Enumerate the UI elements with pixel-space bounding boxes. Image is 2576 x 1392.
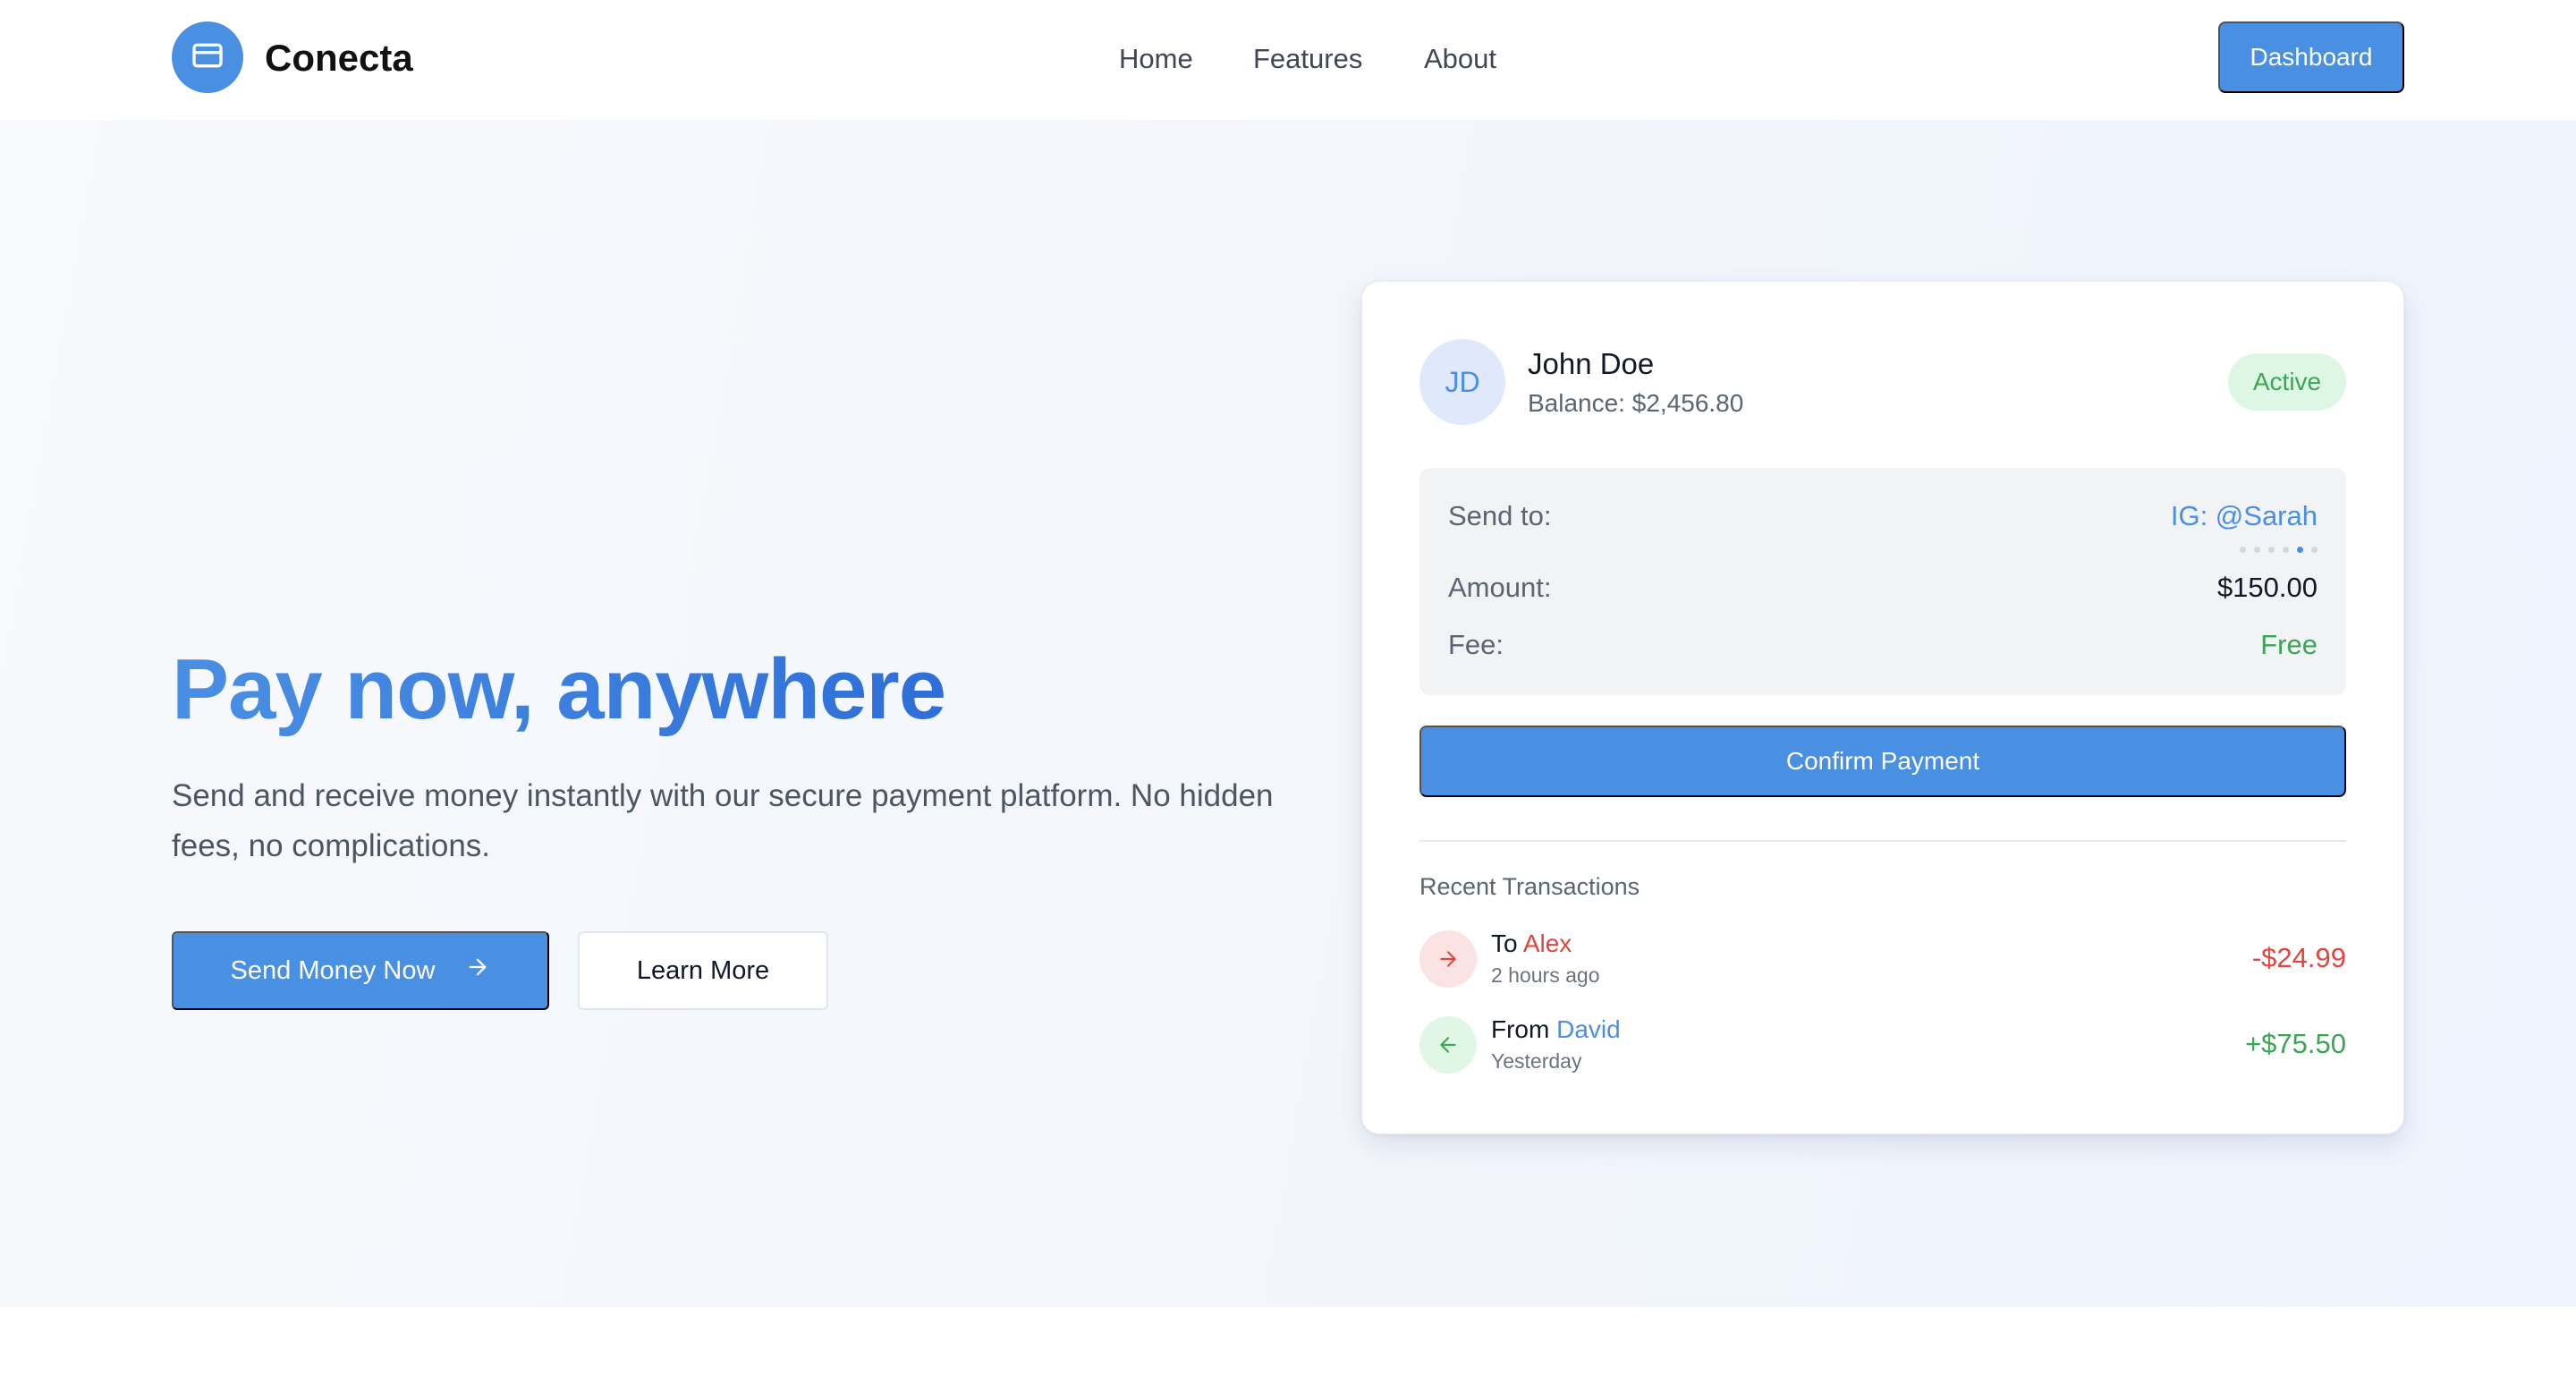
hero-headline: Pay now, anywhere	[172, 641, 946, 737]
carousel-dot[interactable]	[2283, 547, 2289, 553]
transaction-direction: To	[1491, 929, 1518, 957]
send-money-button[interactable]: Send Money Now	[172, 931, 549, 1010]
carousel-dot-active[interactable]	[2297, 547, 2303, 553]
amount-value: $150.00	[2216, 572, 2318, 603]
user-name: John Doe	[1528, 347, 1655, 380]
carousel-dot[interactable]	[2311, 547, 2318, 553]
transaction-direction: From	[1491, 1015, 1550, 1043]
hero-subtext: Send and receive money instantly with ou…	[172, 778, 1274, 863]
recipient-carousel-dots	[2240, 547, 2318, 553]
transaction-time: 2 hours ago	[1491, 963, 1600, 987]
divider	[1419, 840, 2346, 842]
hero-section: Pay now, anywhere Send and receive money…	[0, 120, 2576, 1307]
send-to-value[interactable]: IG: @Sarah	[2171, 498, 2318, 534]
recent-transactions-title: Recent Transactions	[1419, 873, 1640, 900]
user-balance: Balance: $2,456.80	[1528, 389, 1744, 417]
confirm-payment-button[interactable]: Confirm Payment	[1419, 726, 2346, 797]
send-money-label: Send Money Now	[230, 955, 436, 985]
send-to-label: Send to:	[1448, 500, 1552, 531]
site-header: Conecta Home Features About Dashboard	[0, 0, 2576, 120]
transaction-time: Yesterday	[1491, 1049, 1582, 1073]
transaction-counterparty: Alex	[1522, 929, 1572, 957]
nav-about[interactable]: About	[1424, 39, 1496, 79]
dashboard-button[interactable]: Dashboard	[2218, 21, 2404, 93]
transaction-row[interactable]: From David Yesterday +$75.50	[1419, 1014, 2346, 1076]
transaction-counterparty: David	[1556, 1015, 1621, 1043]
transaction-title: From David	[1491, 1014, 1621, 1046]
transaction-amount: +$75.50	[2245, 1028, 2346, 1059]
carousel-dot[interactable]	[2240, 547, 2246, 553]
carousel-dot[interactable]	[2268, 547, 2275, 553]
status-badge: Active	[2228, 353, 2346, 411]
payment-card: JD John Doe Balance: $2,456.80 Active Se…	[1361, 281, 2404, 1134]
transaction-row[interactable]: To Alex 2 hours ago -$24.99	[1419, 928, 2346, 990]
learn-more-button[interactable]: Learn More	[578, 931, 828, 1010]
arrow-left-icon	[1419, 1016, 1477, 1074]
transaction-amount: -$24.99	[2251, 942, 2346, 973]
arrow-right-icon	[1419, 930, 1477, 988]
avatar: JD	[1419, 339, 1505, 425]
payment-details: Send to: IG: @Sarah Amount: $150.00 Fee:…	[1419, 468, 2346, 695]
carousel-dot[interactable]	[2254, 547, 2260, 553]
main-nav: Home Features About	[0, 39, 2576, 79]
arrow-right-icon	[465, 955, 490, 987]
nav-home[interactable]: Home	[1119, 39, 1193, 79]
amount-label: Amount:	[1448, 572, 1552, 603]
fee-label: Fee:	[1448, 629, 1504, 660]
fee-value: Free	[2260, 629, 2318, 660]
transaction-title: To Alex	[1491, 928, 1572, 960]
nav-features[interactable]: Features	[1253, 39, 1362, 79]
